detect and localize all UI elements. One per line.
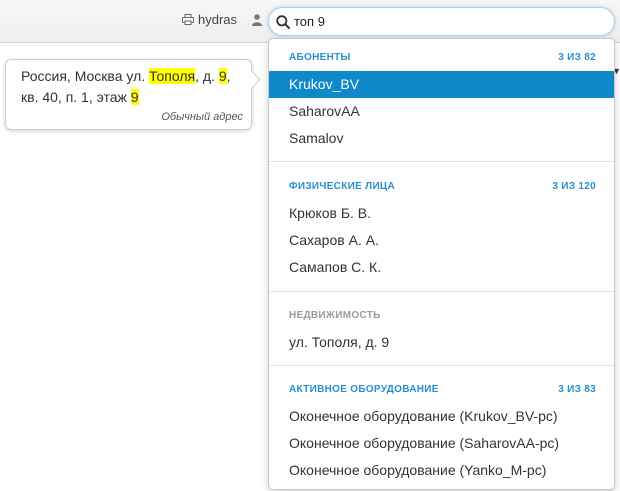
result-item[interactable]: Оконечное оборудование (Yanko_M-pc) xyxy=(269,457,614,484)
result-item[interactable]: Krukov_BV xyxy=(269,71,614,98)
address-text: кв. 40, п. 1, этаж xyxy=(21,89,131,105)
result-item[interactable]: ул. Тополя, д. 9 xyxy=(269,329,614,356)
section-header-persons: ФИЗИЧЕСКИЕ ЛИЦА 3 ИЗ 120 xyxy=(269,177,614,197)
address-type-label: Обычный адрес xyxy=(161,111,243,123)
section-divider xyxy=(269,291,614,292)
section-count[interactable]: 3 ИЗ 83 xyxy=(558,384,596,395)
section-title: АБОНЕНТЫ xyxy=(289,52,351,63)
section-header-realty: НЕДВИЖИМОСТЬ xyxy=(269,306,614,326)
result-item[interactable]: Сахаров А. А. xyxy=(269,227,614,254)
top-bar: hydras xyxy=(0,0,620,43)
result-item[interactable]: Оконечное оборудование (Krukov_BV-pc) xyxy=(269,403,614,430)
user-icon[interactable] xyxy=(252,14,262,26)
address-highlight: Тополя xyxy=(149,68,196,84)
address-popover: Россия, Москва ул. Тополя, д. 9, кв. 40, … xyxy=(5,59,261,130)
host-label: hydras xyxy=(198,12,238,27)
section-count[interactable]: 3 ИЗ 82 xyxy=(558,52,596,63)
result-item[interactable]: SaharovAA xyxy=(269,98,614,125)
address-text: , д. xyxy=(195,68,219,84)
printer-icon xyxy=(182,14,194,25)
section-header-equipment: АКТИВНОЕ ОБОРУДОВАНИЕ 3 ИЗ 83 xyxy=(269,380,614,400)
section-divider xyxy=(269,161,614,162)
search-box[interactable] xyxy=(268,7,615,36)
address-text: , xyxy=(226,68,231,84)
section-count[interactable]: 3 ИЗ 120 xyxy=(552,181,596,192)
search-results-dropdown: АБОНЕНТЫ 3 ИЗ 82 Krukov_BV SaharovAA Sam… xyxy=(268,38,615,490)
search-icon xyxy=(276,14,290,29)
result-item[interactable]: Samalov xyxy=(269,125,614,152)
section-title: НЕДВИЖИМОСТЬ xyxy=(289,310,381,321)
result-item[interactable]: Крюков Б. В. xyxy=(269,200,614,227)
address-highlight: 9 xyxy=(218,68,227,84)
host-link[interactable]: hydras xyxy=(182,12,237,27)
section-header-subscribers: АБОНЕНТЫ 3 ИЗ 82 xyxy=(269,48,614,68)
section-title: ФИЗИЧЕСКИЕ ЛИЦА xyxy=(289,181,396,192)
address-highlight: 9 xyxy=(130,89,139,105)
search-input[interactable] xyxy=(294,14,594,29)
result-item[interactable]: Самапов С. К. xyxy=(269,254,614,281)
popover-arrow xyxy=(242,70,261,89)
address-text: Россия, Москва ул. xyxy=(21,68,150,84)
result-item[interactable]: Оконечное оборудование (SaharovAA-pc) xyxy=(269,430,614,457)
section-title: АКТИВНОЕ ОБОРУДОВАНИЕ xyxy=(289,384,439,395)
section-divider xyxy=(269,365,614,366)
popover-address: Россия, Москва ул. Тополя, д. 9, кв. 40, … xyxy=(21,66,243,108)
